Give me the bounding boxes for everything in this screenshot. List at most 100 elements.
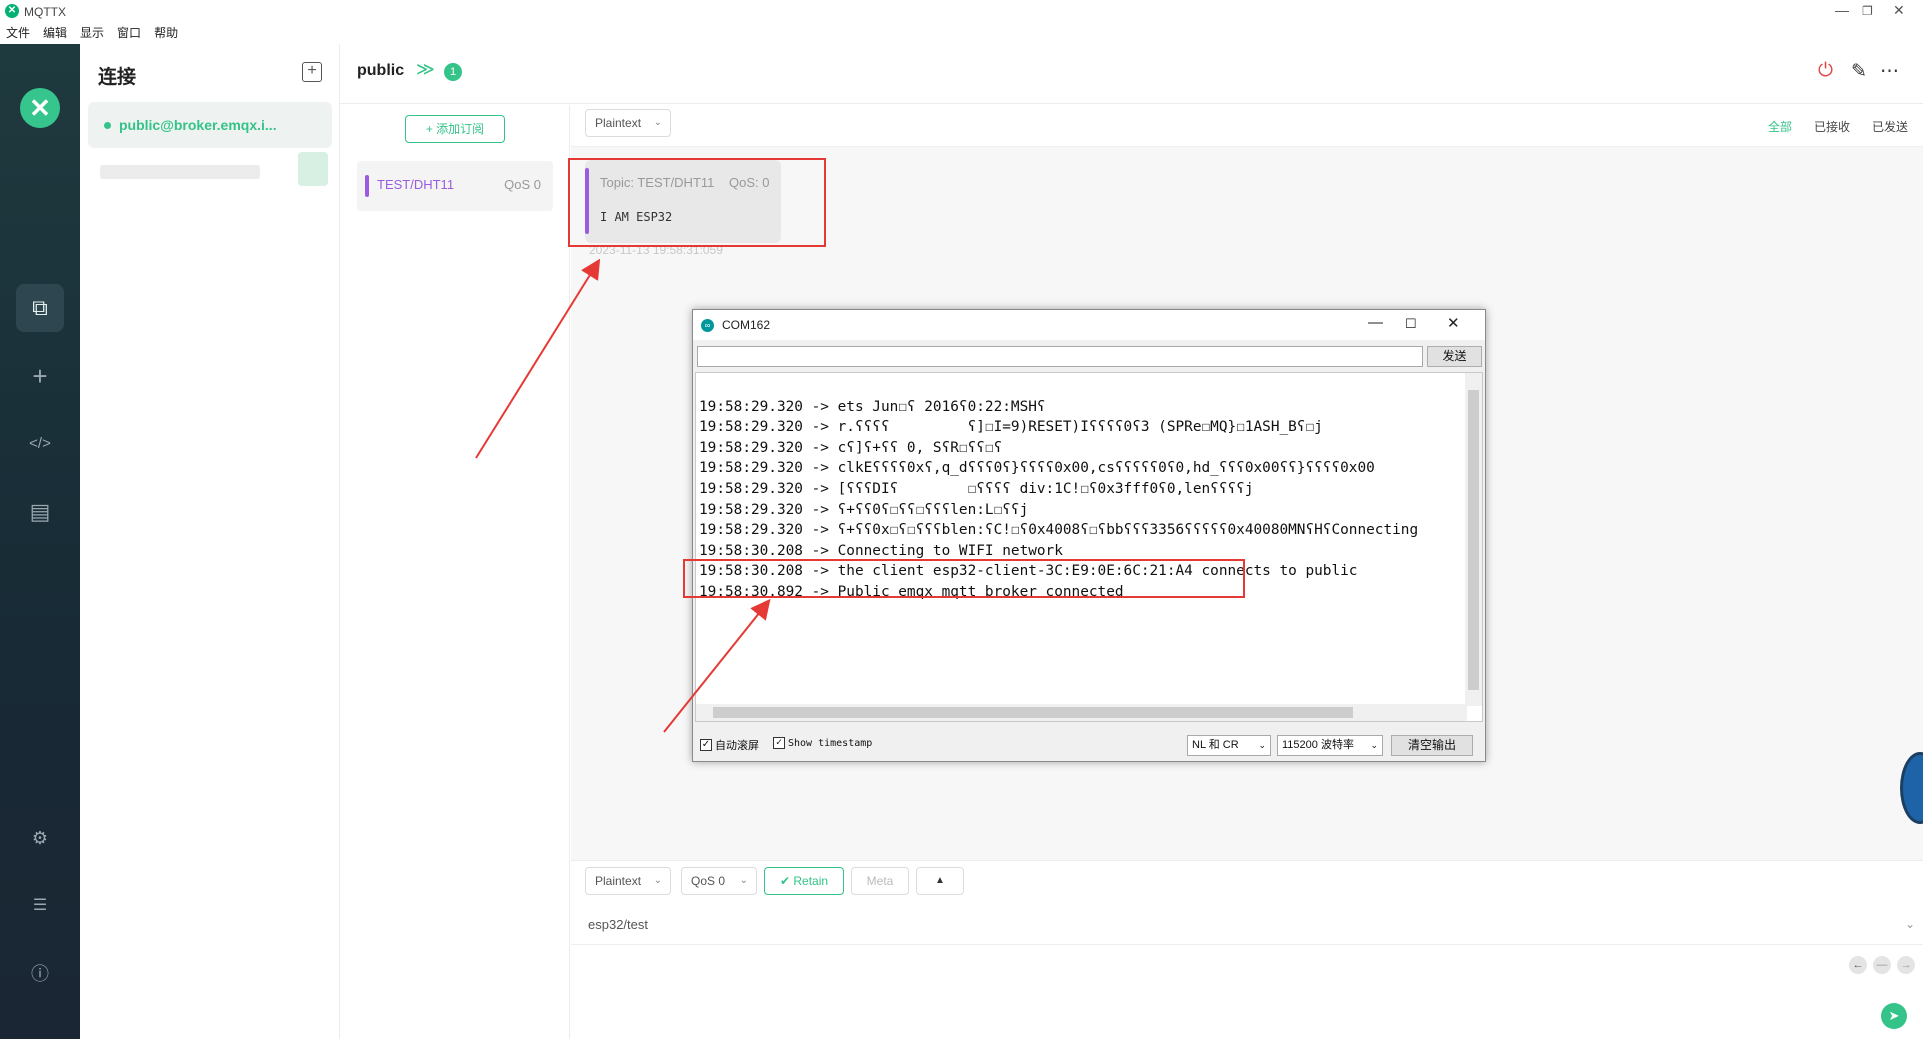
publish-topic-input[interactable]: esp32/test <box>588 917 648 932</box>
serial-line: 19:58:29.320 -> r.ʕʕʕʕ ʕ]☐I=9)RESET)Iʕʕʕ… <box>699 419 1323 436</box>
clear-output-button[interactable]: 清空输出 <box>1391 735 1473 756</box>
serial-title-bar: ∞ COM162 — ☐ ✕ <box>693 310 1485 340</box>
tab-all[interactable]: 全部 <box>1768 118 1792 135</box>
serial-minimize-button[interactable]: — <box>1368 314 1383 331</box>
serial-output-text: 19:58:29.320 -> ets Jun☐ʕ 2016ʕ0:22:MSHʕ… <box>699 376 1418 644</box>
menu-help[interactable]: 帮助 <box>154 24 178 44</box>
payload-format-select[interactable]: Plaintext ⌄ <box>585 109 671 137</box>
tab-received[interactable]: 已接收 <box>1814 118 1850 135</box>
serial-monitor-window: ∞ COM162 — ☐ ✕ 发送 19:58:29.320 -> ets Ju… <box>692 309 1486 762</box>
serial-output[interactable]: 19:58:29.320 -> ets Jun☐ʕ 2016ʕ0:22:MSHʕ… <box>695 372 1483 722</box>
publish-qos-select[interactable]: QoS 0 ⌄ <box>681 867 757 895</box>
close-button[interactable]: ✕ <box>1893 2 1905 19</box>
checkbox-checked-icon: ✓ <box>773 737 785 749</box>
connection-title: public <box>357 62 405 79</box>
subscription-color-bar <box>365 175 369 197</box>
title-bar: ✕ MQTTX — ❐ ✕ <box>0 0 1923 24</box>
timestamp-checkbox[interactable]: ✓ Show timestamp <box>773 737 872 749</box>
chevron-down-icon: ⌄ <box>1258 740 1266 750</box>
connection-header: public ≫ 1 ⏻ ✎ ⋯ <box>340 44 1923 104</box>
autoscroll-checkbox[interactable]: ✓ 自动滚屏 <box>700 737 759 753</box>
line-ending-select[interactable]: NL 和 CR ⌄ <box>1187 735 1271 756</box>
serial-maximize-button[interactable]: ☐ <box>1405 316 1417 332</box>
message-tabs: 全部 已接收 已发送 <box>1768 118 1908 135</box>
highlight-box-serial-line <box>683 559 1245 598</box>
disconnect-icon[interactable]: ⏻ <box>1818 60 1833 82</box>
connection-name: public@broker.emqx.i... <box>119 117 277 133</box>
info-icon[interactable]: ⓘ <box>16 950 64 998</box>
tab-sent[interactable]: 已发送 <box>1872 118 1908 135</box>
restore-button[interactable]: ❐ <box>1862 4 1873 18</box>
arduino-icon: ∞ <box>701 319 714 332</box>
scroll-thumb[interactable] <box>713 707 1353 718</box>
connections-panel: 连接 + public@broker.emqx.i... <box>80 44 340 1039</box>
horizontal-scrollbar[interactable] <box>696 704 1467 721</box>
feed-icon[interactable]: ☰ <box>16 882 64 930</box>
vertical-scrollbar[interactable] <box>1465 373 1482 706</box>
scroll-thumb[interactable] <box>1468 390 1479 690</box>
timestamp-label: Show timestamp <box>788 737 873 749</box>
check-circle-icon: ✔ <box>779 874 791 888</box>
add-connection-button[interactable]: + <box>302 62 322 82</box>
history-clear-icon[interactable]: — <box>1873 956 1891 974</box>
app-title: MQTTX <box>24 5 66 19</box>
highlight-box-message <box>568 158 826 247</box>
chevron-down-icon[interactable]: ⌄ <box>1905 917 1915 931</box>
menu-window[interactable]: 窗口 <box>117 24 141 44</box>
more-icon[interactable]: ⋯ <box>1880 60 1899 83</box>
add-subscription-button[interactable]: + 添加订阅 <box>405 115 505 143</box>
publish-format-value: Plaintext <box>595 874 642 888</box>
plus-icon[interactable]: + <box>16 352 64 400</box>
baud-rate-select[interactable]: 115200 波特率 ⌄ <box>1277 735 1383 756</box>
expand-button[interactable]: ▲ <box>916 867 964 895</box>
serial-close-button[interactable]: ✕ <box>1447 314 1460 332</box>
menu-view[interactable]: 显示 <box>80 24 104 44</box>
serial-line: 19:58:29.320 -> cʕ]ʕ+ʕʕ 0, SʕR☐ʕʕ☐ʕ <box>699 439 1003 456</box>
connected-status-icon <box>104 121 111 129</box>
connections-heading: 连接 <box>98 67 137 88</box>
subscription-qos: QoS 0 <box>504 177 541 192</box>
connection-item[interactable]: public@broker.emqx.i... <box>88 102 332 148</box>
subscription-count-badge: 1 <box>444 63 462 81</box>
code-icon[interactable]: </> <box>16 420 64 468</box>
menu-edit[interactable]: 编辑 <box>43 24 67 44</box>
subscriptions-panel: + 添加订阅 TEST/DHT11 QoS 0 <box>340 105 570 1039</box>
log-icon[interactable]: ▤ <box>16 488 64 536</box>
left-nav: ✕ ⧉ + </> ▤ ⚙ ☰ ⓘ <box>0 44 80 1039</box>
subscription-topic: TEST/DHT11 <box>377 177 455 192</box>
history-prev-icon[interactable]: ← <box>1849 956 1867 974</box>
publish-qos-value: QoS 0 <box>691 874 726 888</box>
send-message-button[interactable]: ➤ <box>1881 1003 1907 1029</box>
collapse-chevron-icon[interactable]: ≫ <box>416 59 435 80</box>
brand-logo-icon: ✕ <box>20 88 60 128</box>
app-logo-icon: ✕ <box>5 4 19 18</box>
serial-line: 19:58:29.320 -> [ʕʕʕDIʕ ☐ʕʕʕʕ div:1C!☐ʕ0… <box>699 480 1254 497</box>
message-filter-bar: Plaintext ⌄ 全部 已接收 已发送 <box>571 105 1923 147</box>
minimize-button[interactable]: — <box>1835 2 1849 18</box>
chevron-down-icon: ⌄ <box>653 875 662 886</box>
chevron-down-icon: ⌄ <box>739 875 748 886</box>
history-next-icon[interactable]: → <box>1897 956 1915 974</box>
chevron-down-icon: ⌄ <box>1370 740 1378 750</box>
publish-format-select[interactable]: Plaintext ⌄ <box>585 867 671 895</box>
serial-send-button[interactable]: 发送 <box>1427 346 1482 367</box>
blurred-connection[interactable] <box>100 165 260 179</box>
serial-bottom-bar: ✓ 自动滚屏 ✓ Show timestamp NL 和 CR ⌄ 115200… <box>693 725 1485 761</box>
meta-button[interactable]: Meta <box>851 867 909 895</box>
serial-send-input[interactable] <box>697 346 1423 367</box>
publish-topic-row: esp32/test ⌄ <box>571 907 1923 945</box>
serial-line: 19:58:29.320 -> ʕ+ʕʕ0ʕ☐ʕʕ☐ʕʕʕlen:L☐ʕʕj <box>699 501 1029 518</box>
chevron-down-icon: ⌄ <box>653 117 662 128</box>
menu-file[interactable]: 文件 <box>6 24 30 44</box>
subscription-item[interactable]: TEST/DHT11 QoS 0 <box>357 161 553 211</box>
settings-icon[interactable]: ⚙ <box>16 814 64 862</box>
connections-icon[interactable]: ⧉ <box>16 284 64 332</box>
edit-icon[interactable]: ✎ <box>1851 60 1867 83</box>
checkbox-checked-icon: ✓ <box>700 739 712 751</box>
blurred-overlay <box>298 152 328 186</box>
payload-format-value: Plaintext <box>595 116 642 130</box>
serial-line: 19:58:29.320 -> ets Jun☐ʕ 2016ʕ0:22:MSHʕ <box>699 398 1046 415</box>
retain-toggle[interactable]: ✔ Retain <box>764 867 844 895</box>
publish-area: Plaintext ⌄ QoS 0 ⌄ ✔ Retain Meta ▲ esp3… <box>571 860 1923 1039</box>
serial-line: 19:58:29.320 -> ʕ+ʕʕ0x☐ʕ☐ʕʕʕblen:ʕC!☐ʕ0x… <box>699 522 1419 539</box>
